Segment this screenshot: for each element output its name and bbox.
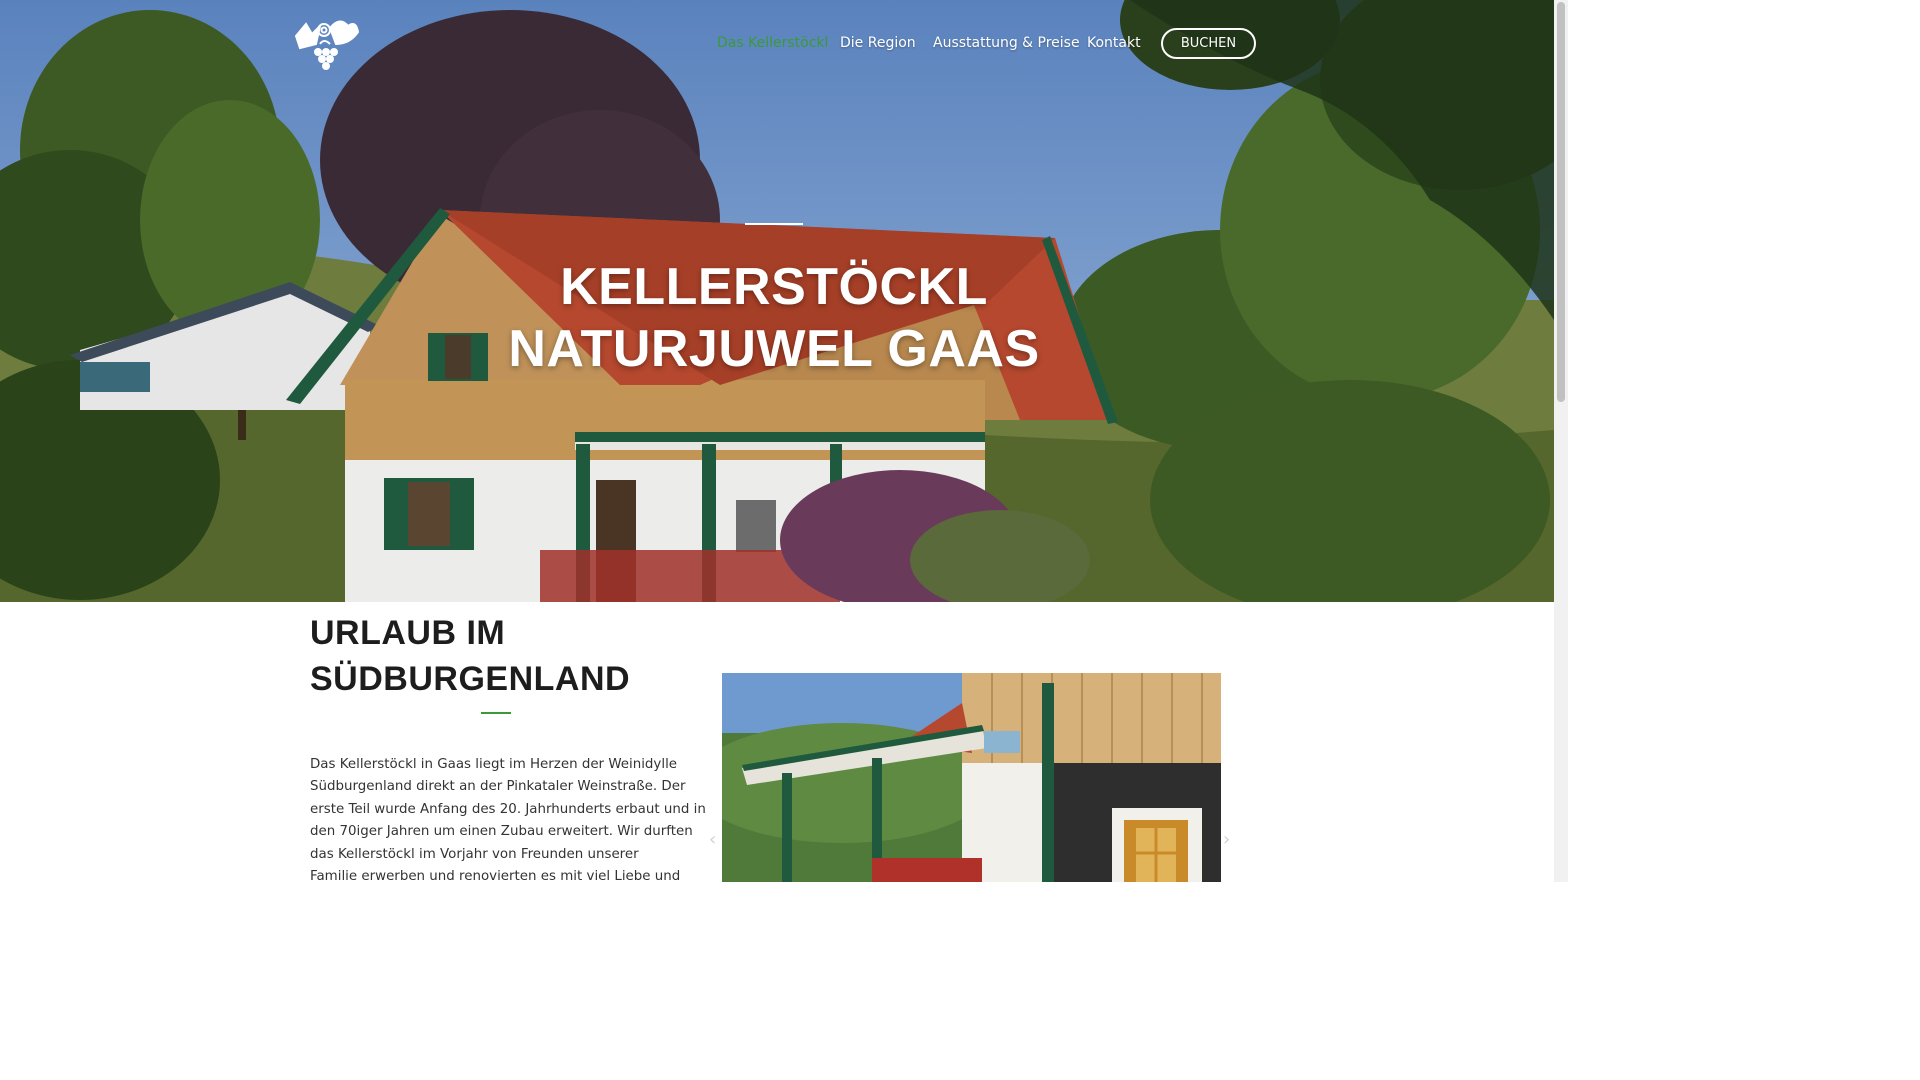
paragraph-line: den 70iger Jahren um einen Zubau erweite… (310, 824, 693, 840)
paragraph-line: Familie erwerben und renovierten es mit … (310, 869, 681, 885)
gallery-slider[interactable] (722, 673, 1221, 882)
paragraph-line: das Kellerstöckl im Vorjahr von Freunden… (310, 846, 639, 862)
book-button[interactable]: BUCHEN (1161, 28, 1256, 59)
hero-title: KELLERSTÖCKL NATURJUWEL GAAS (374, 256, 1174, 380)
hero-title-line-1: KELLERSTÖCKL (560, 258, 988, 316)
paragraph-line: erste Teil wurde Anfang des 20. Jahrhund… (310, 801, 706, 817)
hero-title-line-2: NATURJUWEL GAAS (508, 320, 1040, 378)
section-title-line-2: SÜDBURGENLAND (310, 660, 631, 698)
hero-banner: Das Kellerstöckl Die Region Ausstattung … (0, 0, 1554, 602)
chevron-left-icon: ‹ (709, 829, 717, 850)
main-navigation: Das Kellerstöckl Die Region Ausstattung … (0, 28, 1554, 59)
intro-paragraph: Das Kellerstöckl in Gaas liegt im Herzen… (310, 754, 706, 888)
gallery-next-button[interactable]: › (1223, 829, 1230, 850)
paragraph-line: Das Kellerstöckl in Gaas liegt im Herzen… (310, 757, 678, 772)
chevron-right-icon: › (1223, 829, 1231, 850)
nav-item-kontakt[interactable]: Kontakt (1087, 32, 1141, 54)
gallery-prev-button[interactable]: ‹ (709, 829, 716, 850)
scrollbar-thumb[interactable] (1557, 2, 1565, 402)
gallery-image (722, 673, 1221, 882)
hero-divider (745, 223, 803, 225)
nav-item-das-kellerstoeckl[interactable]: Das Kellerstöckl (717, 32, 828, 54)
paragraph-line: Südburgenland direkt an der Pinkataler W… (310, 779, 686, 795)
nav-item-ausstattung-preise[interactable]: Ausstattung & Preise (933, 32, 1080, 54)
page-scrollbar[interactable] (1554, 0, 1568, 882)
section-title: URLAUB IM SÜDBURGENLAND (310, 610, 710, 702)
section-title-line-1: URLAUB IM (310, 614, 506, 652)
section-divider (481, 712, 511, 714)
nav-item-die-region[interactable]: Die Region (840, 32, 916, 54)
